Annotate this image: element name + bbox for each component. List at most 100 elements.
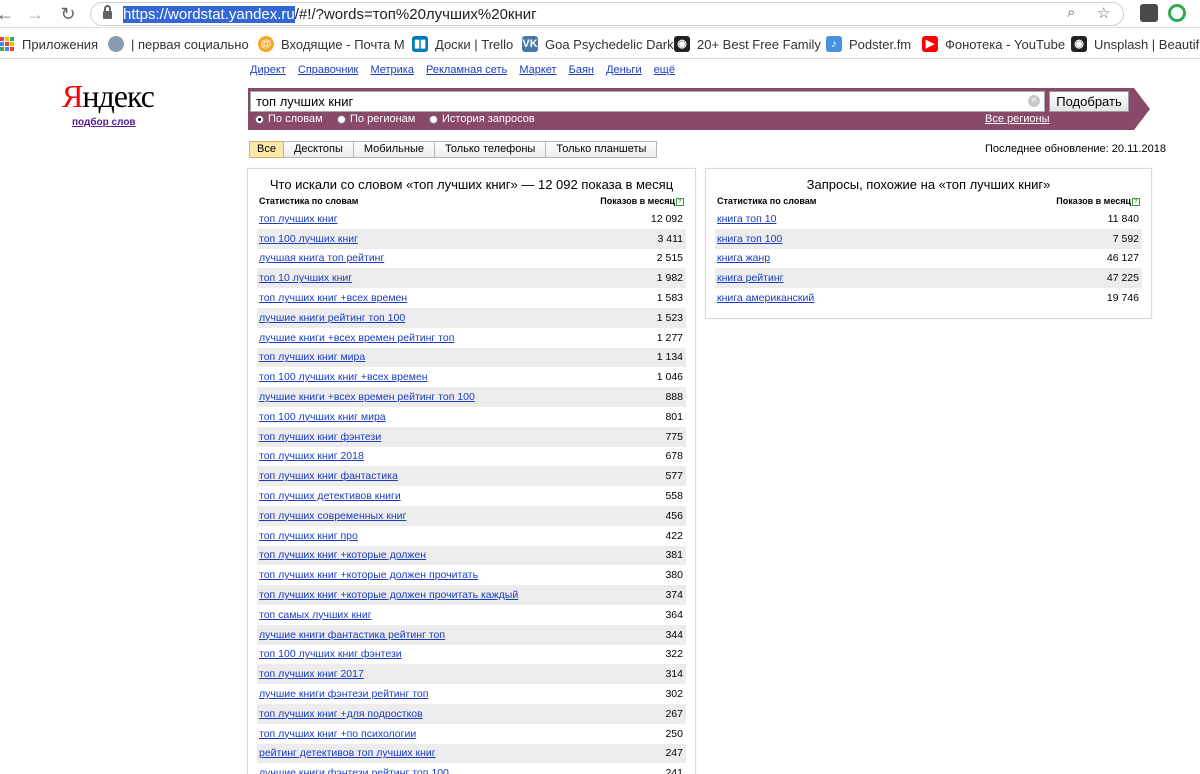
- clear-input-icon[interactable]: ×: [1028, 95, 1040, 107]
- table-row: рейтинг детективов топ лучших книг 247: [257, 743, 686, 764]
- phrase-link[interactable]: топ лучших книг +которые должен прочитат…: [259, 569, 478, 581]
- phrase-link[interactable]: топ лучших детективов книги: [259, 490, 401, 502]
- table-row: топ лучших книг 2017 314: [257, 664, 686, 685]
- address-bar[interactable]: https://wordstat.yandex.ru/#!/?words=топ…: [90, 2, 1124, 26]
- phrase-link[interactable]: лучшая книга топ рейтинг: [259, 252, 384, 264]
- search-submit-button[interactable]: Подобрать: [1049, 91, 1129, 112]
- tab-desktops[interactable]: Десктопы: [283, 141, 354, 158]
- left-rows: топ лучших книг 12 092 топ 100 лучших книг…: [257, 209, 686, 774]
- phrase-link[interactable]: топ лучших книг 2018: [259, 450, 364, 462]
- yandex-logo[interactable]: Яндекс: [62, 78, 155, 115]
- table-row: лучшая книга топ рейтинг 2 515: [257, 249, 686, 269]
- tab-all[interactable]: Все: [249, 141, 284, 158]
- impressions-count: 381: [665, 549, 683, 562]
- phrase-link[interactable]: топ лучших книг +которые должен прочитат…: [259, 589, 518, 601]
- table-row: топ лучших книг мира 1 134: [257, 347, 686, 368]
- all-regions-link[interactable]: Все регионы: [985, 113, 1050, 125]
- bookmark-family[interactable]: ◉ 20+ Best Free Family: [674, 35, 821, 53]
- bookmark-mail[interactable]: @ Входящие - Почта М: [258, 35, 405, 53]
- service-link-money[interactable]: Деньги: [606, 64, 642, 76]
- impressions-count: 344: [665, 628, 683, 641]
- help-icon[interactable]: ?: [676, 198, 684, 206]
- service-link-market[interactable]: Маркет: [519, 64, 556, 76]
- bookmark-vk[interactable]: VK Goa Psychedelic Dark: [522, 35, 674, 53]
- phrase-link[interactable]: книга жанр: [717, 252, 770, 264]
- bookmark-apps[interactable]: Приложения: [0, 35, 98, 53]
- tab-mobile[interactable]: Мобильные: [353, 141, 435, 158]
- phrase-link[interactable]: топ лучших книг +по психологии: [259, 728, 416, 740]
- bookmark-trello[interactable]: ▮▮ Доски | Trello: [412, 35, 513, 53]
- url-text[interactable]: https://wordstat.yandex.ru/#!/?words=топ…: [123, 6, 537, 23]
- phrase-link[interactable]: топ 10 лучших книг: [259, 272, 352, 284]
- bookmark-youtube[interactable]: ▶ Фонотека - YouTube: [922, 35, 1065, 53]
- phrase-link[interactable]: лучшие книги рейтинг топ 100: [259, 312, 405, 324]
- extension-icon[interactable]: [1140, 4, 1158, 22]
- service-link-more[interactable]: ещё: [654, 64, 675, 76]
- phrase-link[interactable]: лучшие книги +всех времен рейтинг топ 10…: [259, 391, 475, 403]
- phrase-link[interactable]: топ 100 лучших книг фэнтези: [259, 648, 402, 660]
- table-row: лучшие книги +всех времен рейтинг топ 10…: [257, 387, 686, 407]
- extension-circle-icon[interactable]: [1168, 4, 1186, 22]
- mode-radio-regions[interactable]: По регионам: [337, 113, 415, 125]
- service-link-bayan[interactable]: Баян: [569, 64, 594, 76]
- phrase-link[interactable]: топ 100 лучших книг +всех времен: [259, 371, 428, 383]
- phrase-link[interactable]: топ 100 лучших книг мира: [259, 411, 386, 423]
- phrase-link[interactable]: топ лучших книг +для подростков: [259, 708, 423, 720]
- phrase-link[interactable]: топ лучших книг 2017: [259, 668, 364, 680]
- impressions-count: 3 411: [657, 232, 684, 245]
- impressions-count: 7 592: [1112, 232, 1139, 245]
- star-icon[interactable]: ☆: [1097, 4, 1110, 22]
- impressions-count: 241: [665, 767, 683, 774]
- bookmark-social[interactable]: | первая социально: [108, 35, 249, 53]
- table-row: топ лучших книг +которые должен прочитат…: [257, 565, 686, 585]
- phrase-link[interactable]: книга топ 100: [717, 233, 782, 245]
- service-link-direct[interactable]: Директ: [250, 64, 286, 76]
- phrase-link[interactable]: топ лучших книг: [259, 213, 338, 225]
- phrase-link[interactable]: лучшие книги +всех времен рейтинг топ: [259, 332, 454, 344]
- service-link-spravochnik[interactable]: Справочник: [298, 64, 359, 76]
- impressions-count: 11 840: [1107, 212, 1139, 225]
- phrase-link[interactable]: лучшие книги фантастика рейтинг топ: [259, 629, 445, 641]
- wordstat-subtitle-link[interactable]: подбор слов: [72, 117, 136, 128]
- help-icon[interactable]: ?: [1132, 198, 1140, 206]
- phrase-link[interactable]: книга рейтинг: [717, 272, 783, 284]
- search-input[interactable]: топ лучших книг: [250, 91, 1045, 112]
- zoom-icon[interactable]: ⌕: [1067, 4, 1075, 21]
- right-col-count-header: Показов в месяц?: [1056, 196, 1140, 206]
- tab-tablets-only[interactable]: Только планшеты: [546, 141, 658, 158]
- mode-radio-words[interactable]: По словам: [255, 113, 323, 125]
- phrase-link[interactable]: рейтинг детективов топ лучших книг: [259, 747, 436, 759]
- phrase-link[interactable]: топ лучших книг +которые должен: [259, 549, 426, 561]
- phrase-link[interactable]: топ лучших книг +всех времен: [259, 292, 407, 304]
- left-col-count-header: Показов в месяц?: [600, 196, 684, 206]
- phrase-link[interactable]: лучшие книги фэнтези рейтинг топ 100: [259, 767, 449, 774]
- phrase-link[interactable]: топ самых лучших книг: [259, 609, 372, 621]
- bookmark-unsplash[interactable]: ◉ Unsplash | Beautiful: [1071, 35, 1200, 53]
- phrase-link[interactable]: топ лучших книг фантастика: [259, 470, 398, 482]
- impressions-count: 1 523: [656, 311, 683, 324]
- forward-arrow-icon[interactable]: →: [24, 3, 46, 25]
- left-panel-title: Что искали со словом «топ лучших книг» —…: [269, 177, 674, 192]
- impressions-count: 1 134: [656, 351, 683, 364]
- back-arrow-icon[interactable]: ←: [0, 3, 16, 25]
- phrase-link[interactable]: топ лучших современных книг: [259, 510, 406, 522]
- phrase-link[interactable]: лучшие книги фэнтези рейтинг топ: [259, 688, 428, 700]
- phrase-link[interactable]: топ лучших книг фэнтези: [259, 431, 381, 443]
- table-row: топ лучших книг 12 092: [257, 209, 686, 229]
- table-row: лучшие книги фэнтези рейтинг топ 100 241: [257, 763, 686, 774]
- lock-icon: [103, 5, 112, 20]
- bookmark-podster[interactable]: ♪ Podster.fm: [826, 35, 911, 53]
- impressions-count: 678: [665, 450, 683, 463]
- phrase-link[interactable]: книга американский: [717, 292, 814, 304]
- table-row: лучшие книги фэнтези рейтинг топ 302: [257, 684, 686, 704]
- vk-icon: VK: [522, 36, 538, 52]
- phrase-link[interactable]: топ лучших книг про: [259, 530, 358, 542]
- tab-phones-only[interactable]: Только телефоны: [434, 141, 547, 158]
- mode-radio-history[interactable]: История запросов: [429, 113, 535, 125]
- reload-icon[interactable]: ↻: [57, 3, 79, 25]
- phrase-link[interactable]: топ 100 лучших книг: [259, 233, 358, 245]
- phrase-link[interactable]: топ лучших книг мира: [259, 351, 365, 363]
- service-link-metrika[interactable]: Метрика: [370, 64, 414, 76]
- service-link-ad-network[interactable]: Рекламная сеть: [426, 64, 507, 76]
- phrase-link[interactable]: книга топ 10: [717, 213, 776, 225]
